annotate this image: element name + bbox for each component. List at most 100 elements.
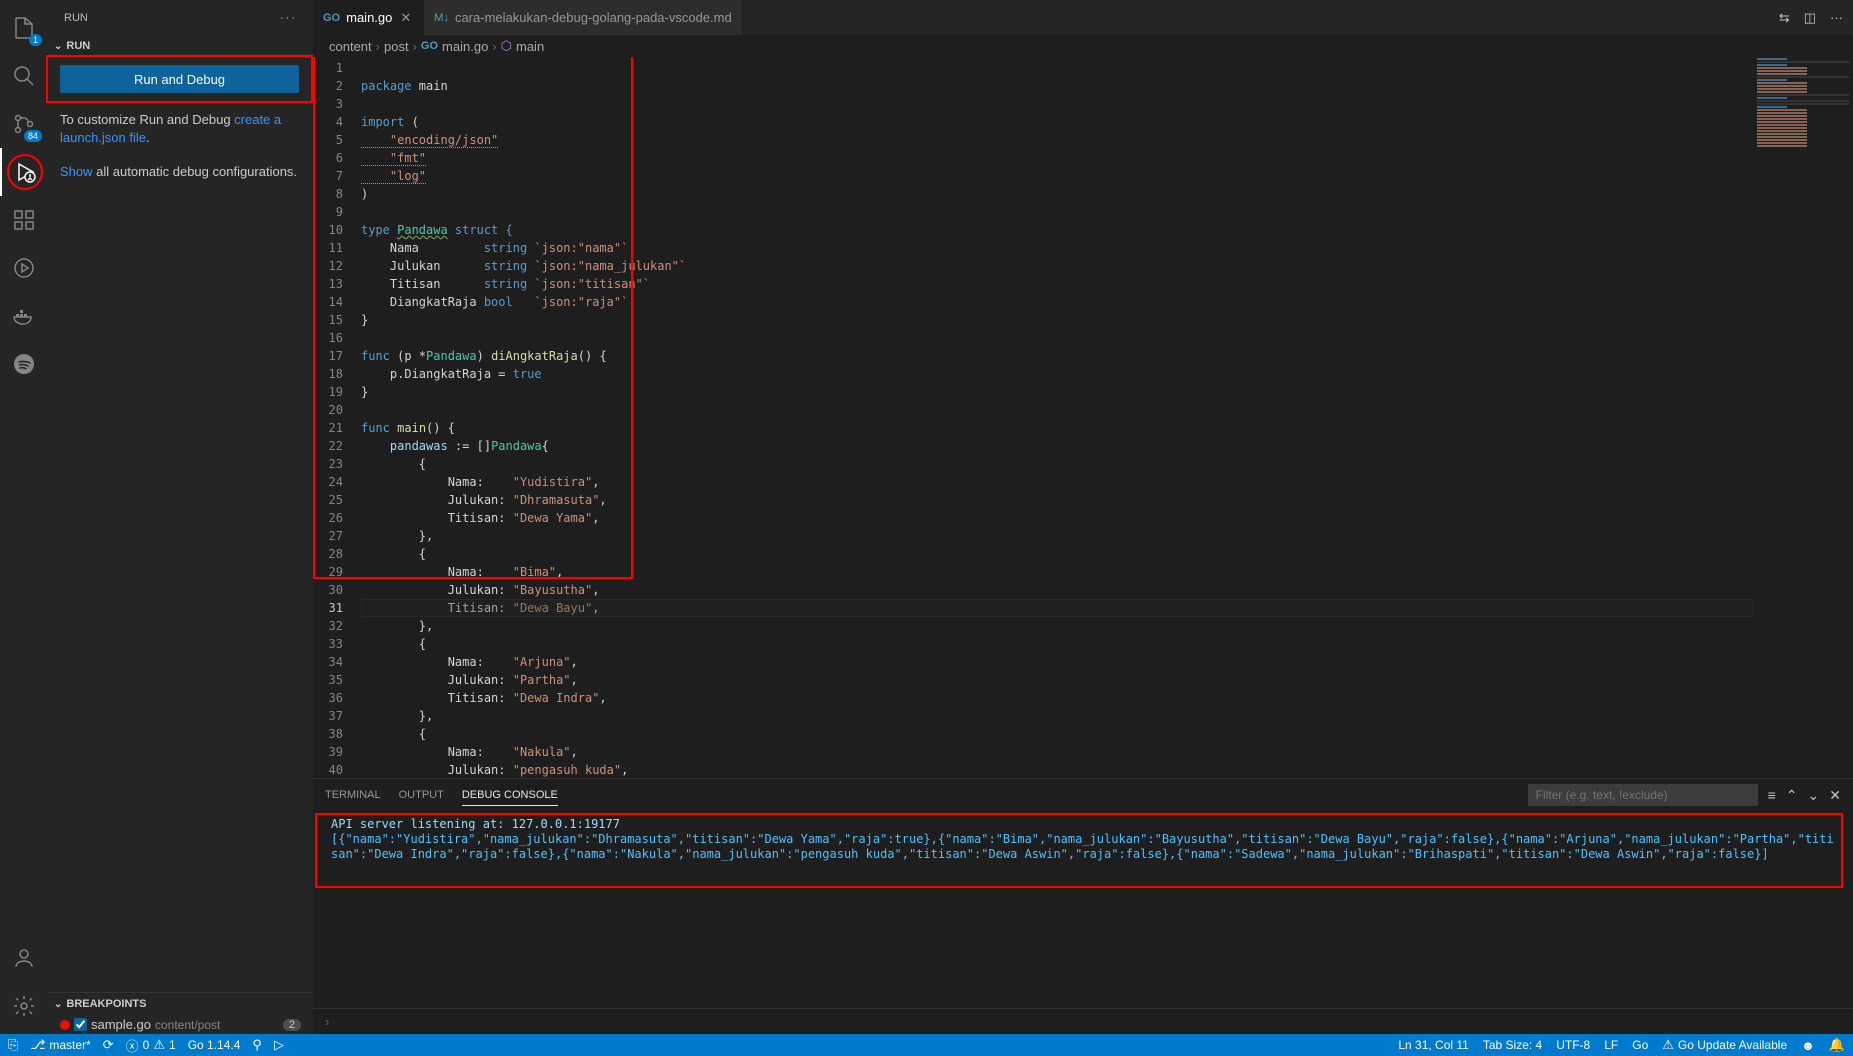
- breakpoints-header[interactable]: ⌄ BREAKPOINTS: [48, 993, 313, 1015]
- debug-console-output[interactable]: API server listening at: 127.0.0.1:19177…: [313, 811, 1853, 1008]
- scm-badge: 84: [24, 130, 42, 142]
- activity-extensions[interactable]: [0, 196, 48, 244]
- status-bar: ⎘ ⎇master* ⟳ ⓧ0 ⚠1 Go 1.14.4 ⚲ ▷ Ln 31, …: [0, 1034, 1853, 1056]
- panel-tab-terminal[interactable]: TERMINAL: [325, 785, 381, 805]
- activity-timeline[interactable]: [0, 244, 48, 292]
- editor-tabs: GO main.go ✕ M↓ cara-melakukan-debug-gol…: [313, 0, 1853, 35]
- breakpoints-label: BREAKPOINTS: [66, 998, 146, 1010]
- breakpoint-item[interactable]: sample.go content/post 2: [48, 1015, 313, 1034]
- gutter[interactable]: 1234567891011121314151617181920212223242…: [313, 57, 361, 778]
- split-editor-icon[interactable]: ◫: [1804, 10, 1816, 26]
- tab-main-go[interactable]: GO main.go ✕: [313, 0, 424, 35]
- customize-hint: To customize Run and Debug create a laun…: [48, 103, 313, 155]
- extensions-icon: [12, 208, 36, 232]
- symbol-icon: ⬡: [501, 38, 512, 54]
- activity-bar: 1 84: [0, 0, 48, 1034]
- debug-console-input[interactable]: ›: [313, 1008, 1853, 1034]
- breadcrumb-item[interactable]: content: [329, 39, 372, 54]
- bottom-panel: TERMINAL OUTPUT DEBUG CONSOLE ≡ ⌃ ⌄ ✕ AP…: [313, 778, 1853, 1034]
- activity-spotify[interactable]: [0, 340, 48, 388]
- breakpoint-count: 2: [283, 1019, 301, 1031]
- play-circle-icon: [12, 256, 36, 280]
- code-editor[interactable]: 1234567891011121314151617181920212223242…: [313, 57, 1853, 778]
- status-remote[interactable]: ⎘: [8, 1037, 18, 1053]
- play-icon: ▷: [274, 1037, 284, 1053]
- markdown-file-icon: M↓: [434, 12, 449, 24]
- activity-docker[interactable]: [0, 292, 48, 340]
- live-share-icon: ⚲: [252, 1037, 262, 1053]
- go-file-icon: GO: [323, 12, 340, 24]
- minimap[interactable]: [1753, 57, 1853, 207]
- breadcrumb-item[interactable]: main.go: [442, 39, 488, 54]
- breadcrumb-item[interactable]: post: [384, 39, 409, 54]
- close-panel-icon[interactable]: ✕: [1829, 787, 1841, 804]
- status-play[interactable]: ▷: [274, 1037, 284, 1053]
- account-icon: [12, 946, 36, 970]
- activity-settings[interactable]: [0, 982, 48, 1030]
- warning-icon: ⚠: [1662, 1037, 1674, 1053]
- chevron-down-icon: ⌄: [54, 41, 62, 52]
- activity-account[interactable]: [0, 934, 48, 982]
- debug-console-filter[interactable]: [1528, 784, 1758, 806]
- run-section-label: RUN: [66, 40, 90, 52]
- tab-label: cara-melakukan-debug-golang-pada-vscode.…: [455, 10, 732, 25]
- activity-run-debug[interactable]: [0, 148, 48, 196]
- status-live-share[interactable]: ⚲: [252, 1037, 262, 1053]
- run-and-debug-button[interactable]: Run and Debug: [60, 65, 299, 93]
- warning-icon: ⚠: [153, 1037, 165, 1053]
- sync-icon: ⟳: [103, 1037, 114, 1053]
- sidebar-title: RUN: [64, 12, 88, 24]
- code-content[interactable]: package main import ( "encoding/json" "f…: [361, 57, 686, 778]
- console-line: API server listening at: 127.0.0.1:19177: [331, 817, 1835, 832]
- chevron-right-icon: ›: [325, 1014, 329, 1029]
- breakpoint-dot-icon: [60, 1020, 70, 1030]
- explorer-badge: 1: [29, 34, 42, 46]
- collapse-panel-icon[interactable]: ⌃: [1786, 787, 1798, 804]
- status-go-update[interactable]: ⚠Go Update Available: [1662, 1037, 1787, 1053]
- tab-label: main.go: [346, 10, 392, 25]
- panel-tab-debug-console[interactable]: DEBUG CONSOLE: [462, 785, 558, 806]
- more-actions-icon[interactable]: ···: [1830, 10, 1843, 25]
- close-icon[interactable]: ✕: [398, 10, 413, 26]
- remote-icon: ⎘: [8, 1037, 18, 1053]
- maximize-panel-icon[interactable]: ⌄: [1808, 787, 1820, 804]
- activity-explorer[interactable]: 1: [0, 4, 48, 52]
- activity-search[interactable]: [0, 52, 48, 100]
- chevron-down-icon: ⌄: [54, 999, 62, 1010]
- debug-icon: [13, 160, 37, 184]
- status-problems[interactable]: ⓧ0 ⚠1: [126, 1036, 176, 1055]
- status-go-version[interactable]: Go 1.14.4: [188, 1038, 241, 1052]
- compare-changes-icon[interactable]: ⇆: [1779, 10, 1790, 26]
- bell-icon: 🔔: [1829, 1037, 1845, 1053]
- docker-icon: [12, 304, 36, 328]
- spotify-icon: [12, 352, 36, 376]
- status-tabsize[interactable]: Tab Size: 4: [1483, 1038, 1542, 1052]
- sidebar-more-icon[interactable]: ···: [280, 12, 297, 24]
- status-cursor[interactable]: Ln 31, Col 11: [1398, 1038, 1469, 1052]
- panel-tab-output[interactable]: OUTPUT: [399, 785, 444, 805]
- tab-md-file[interactable]: M↓ cara-melakukan-debug-golang-pada-vsco…: [424, 0, 742, 35]
- search-icon: [12, 64, 36, 88]
- status-eol[interactable]: LF: [1604, 1038, 1618, 1052]
- status-notifications[interactable]: 🔔: [1829, 1037, 1845, 1053]
- breadcrumb-item[interactable]: main: [516, 39, 544, 54]
- breakpoint-path: content/post: [155, 1018, 220, 1032]
- breadcrumb[interactable]: content › post › GO main.go › ⬡ main: [313, 35, 1853, 57]
- status-feedback[interactable]: ☻: [1801, 1038, 1815, 1053]
- show-configs-hint: Show all automatic debug configurations.: [48, 155, 313, 189]
- console-line: [{"nama":"Yudistira","nama_julukan":"Dhr…: [331, 832, 1835, 862]
- status-sync[interactable]: ⟳: [103, 1037, 114, 1053]
- status-branch[interactable]: ⎇master*: [30, 1037, 90, 1053]
- error-icon: ⓧ: [126, 1036, 139, 1055]
- breakpoint-checkbox[interactable]: [74, 1018, 87, 1031]
- run-sidebar: RUN ··· ⌄ RUN Run and Debug To customize…: [48, 0, 313, 1034]
- feedback-icon: ☻: [1801, 1038, 1815, 1053]
- breakpoint-file: sample.go: [91, 1017, 151, 1032]
- run-section-header[interactable]: ⌄ RUN: [48, 35, 313, 57]
- go-file-icon: GO: [421, 40, 438, 52]
- status-encoding[interactable]: UTF-8: [1556, 1038, 1590, 1052]
- show-configs-link[interactable]: Show: [60, 164, 93, 179]
- status-language[interactable]: Go: [1632, 1038, 1648, 1052]
- activity-source-control[interactable]: 84: [0, 100, 48, 148]
- clear-console-icon[interactable]: ≡: [1768, 787, 1776, 803]
